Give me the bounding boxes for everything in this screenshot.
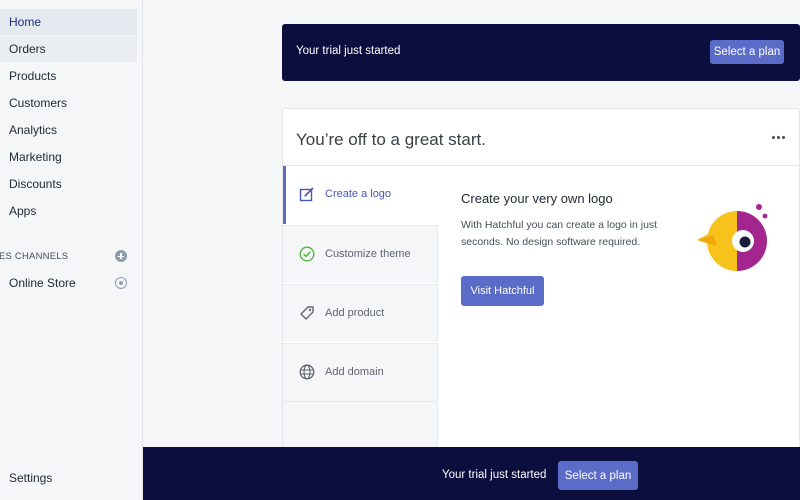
sidebar-item-label: Analytics <box>9 123 58 137</box>
sidebar-item-label: Apps <box>9 204 37 218</box>
sidebar-item-label: Products <box>9 69 57 83</box>
sidebar-item-label: Online Store <box>9 276 76 290</box>
step-label: Customize theme <box>325 248 411 260</box>
visit-hatchful-button[interactable]: Visit Hatchful <box>461 276 544 306</box>
sidebar-item-marketing[interactable]: Marketing <box>0 144 137 170</box>
sidebar-item-label: Home <box>9 15 42 29</box>
admin-page: Home Orders Products Customers Analytics… <box>0 0 800 500</box>
add-channel-icon[interactable] <box>115 250 127 262</box>
select-plan-button[interactable]: Select a plan <box>558 461 638 490</box>
sidebar-item-settings[interactable]: Settings <box>0 465 137 491</box>
step-label: Add domain <box>325 366 384 378</box>
steps-column-filler <box>283 401 438 448</box>
sidebar-item-analytics[interactable]: Analytics <box>0 117 137 143</box>
more-actions-icon[interactable] <box>772 135 786 141</box>
sidebar-item-label: Settings <box>9 471 53 485</box>
sidebar-item-products[interactable]: Products <box>0 63 137 89</box>
check-circle-icon <box>299 246 315 262</box>
sidebar-nav: Home Orders Products Customers Analytics… <box>0 0 143 500</box>
step-create-logo[interactable]: Create a logo <box>283 166 438 224</box>
step-add-product[interactable]: Add product <box>283 284 438 342</box>
edit-icon <box>299 187 314 202</box>
sidebar-item-discounts[interactable]: Discounts <box>0 171 137 197</box>
card-title: You’re off to a great start. <box>296 130 486 149</box>
sidebar-item-label: Orders <box>9 42 46 56</box>
sidebar-item-home[interactable]: Home <box>0 9 137 35</box>
step-customize-theme[interactable]: Customize theme <box>283 225 438 283</box>
step-label: Create a logo <box>325 188 392 200</box>
hatchful-bird-illustration <box>697 204 768 271</box>
sidebar-item-label: Customers <box>9 96 68 110</box>
globe-icon <box>299 364 315 380</box>
setup-guide-card: You’re off to a great start. Create a lo… <box>282 108 800 448</box>
sidebar-item-orders[interactable]: Orders <box>0 36 137 62</box>
sidebar-item-apps[interactable]: Apps <box>0 198 137 224</box>
step-content-title: Create your very own logo <box>461 191 613 206</box>
step-content-description: With Hatchful you can create a logo in j… <box>461 219 658 248</box>
sidebar-item-label: Marketing <box>9 150 62 164</box>
view-store-eye-icon[interactable] <box>115 277 127 289</box>
step-add-domain[interactable]: Add domain <box>283 343 438 401</box>
select-plan-button[interactable]: Select a plan <box>710 40 784 64</box>
trial-banner-text: Your trial just started <box>442 469 547 481</box>
step-label: Add product <box>325 307 385 319</box>
trial-banner-top: Your trial just started Select a plan <box>282 24 800 81</box>
trial-banner-bottom: Your trial just started Select a plan <box>143 447 800 500</box>
sidebar-item-label: Discounts <box>9 177 62 191</box>
sidebar-item-customers[interactable]: Customers <box>0 90 137 116</box>
trial-banner-text: Your trial just started <box>296 45 401 57</box>
tag-icon <box>300 306 314 320</box>
